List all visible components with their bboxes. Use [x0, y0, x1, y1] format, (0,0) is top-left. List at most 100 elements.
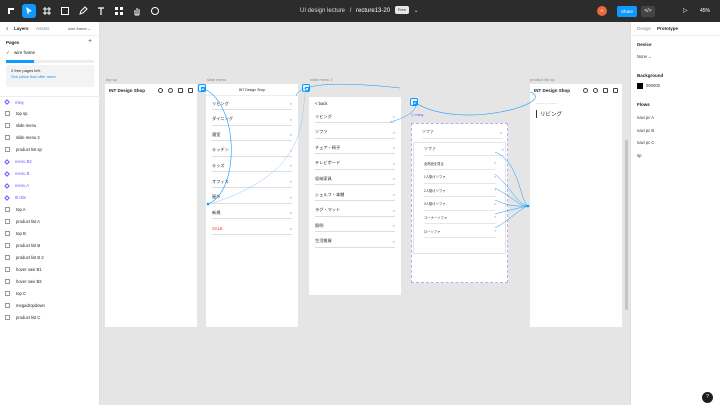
page-scroll-indicator[interactable] [6, 60, 94, 63]
upgrade-link[interactable]: See plans that offer more [11, 74, 89, 80]
submenu-item[interactable]: 収納家具 > [315, 173, 395, 186]
dropdown-item[interactable]: 2人掛けソファ > [424, 184, 496, 198]
submenu-item[interactable]: チェア・椅子 > [315, 142, 395, 155]
main-menu-icon[interactable] [4, 4, 18, 18]
color-swatch[interactable] [637, 83, 643, 89]
dropdown-item[interactable]: 全商品を見る > [424, 157, 496, 170]
mlay-dropdown[interactable]: ソファ > ソファ > 全商品を見る >1人掛けソファ >2人掛けソファ >3人掛けソ… [411, 123, 508, 283]
layer-item[interactable]: slide menu 2 [5, 133, 40, 143]
tab-design[interactable]: Design [637, 26, 651, 31]
device-select[interactable]: None ⌄ [637, 54, 652, 59]
comment-tool-icon[interactable] [148, 4, 162, 18]
submenu-item[interactable]: 生活雑貨 > [315, 236, 395, 248]
submenu-item[interactable]: ラグ・マット > [315, 205, 395, 217]
layer-item[interactable]: product list sp [5, 145, 42, 155]
frame-label-product-list-sp[interactable]: product list sp [530, 77, 555, 82]
submenu-item[interactable]: テレビボード > [315, 158, 395, 170]
layer-item[interactable]: menu B2 [4, 157, 32, 167]
user-icon[interactable] [168, 87, 173, 93]
layer-item[interactable]: megadropdown [5, 300, 45, 310]
frame-label-slide-menu-2[interactable]: slide menu 2 [310, 77, 333, 82]
layer-item[interactable]: hover navi B1 [5, 264, 42, 274]
cart-icon[interactable] [603, 87, 608, 93]
page-item-wire-frame[interactable]: ✓ wire frame [6, 50, 35, 56]
move-tool-icon[interactable] [22, 4, 36, 18]
frame-product-list-sp[interactable]: INT Design Shop ーーー・ーーー リビング [530, 84, 622, 327]
submenu-item[interactable]: リビング > [315, 111, 395, 123]
dropdown-top-item[interactable]: ソファ > [422, 126, 502, 139]
layer-item[interactable]: mlay [4, 97, 24, 107]
flow-item[interactable]: navi pc C [637, 140, 654, 145]
menu-item[interactable]: 寝室 > [212, 129, 292, 142]
layer-item[interactable]: hover navi B2 [5, 276, 42, 286]
submenu-item[interactable]: 照明 > [315, 220, 395, 233]
layer-item[interactable]: menu B [4, 169, 29, 179]
flow-tag-mlay[interactable]: ◇ mlay [411, 112, 424, 117]
frame-label-top-sp[interactable]: top sp [106, 77, 117, 82]
chevron-down-icon[interactable]: ⌄ [414, 8, 419, 14]
flow-item[interactable]: navi pc A [637, 115, 654, 120]
menu-item[interactable]: キッズ > [212, 160, 292, 173]
layer-item[interactable]: menu A [4, 181, 29, 191]
menu-icon[interactable] [613, 87, 618, 93]
cart-icon[interactable] [178, 87, 183, 93]
layer-item[interactable]: top A [5, 205, 26, 215]
menu-icon[interactable] [188, 87, 193, 93]
search-icon[interactable] [583, 87, 588, 93]
frame-slide-menu[interactable]: INT Design Shop リビング > ダイニング > 寝室 > キッチン > キッズ > オ… [206, 84, 298, 327]
help-button[interactable]: ? [702, 392, 713, 403]
flow-item[interactable]: navi pc B [637, 128, 654, 133]
frame-slide-menu-2[interactable]: < back リビング > ソファ > チェア・椅子 > テレビボード > 収納家具 > シェルフ・… [309, 97, 401, 295]
menu-item[interactable]: ダイニング > [212, 114, 292, 126]
layer-item[interactable]: product list C [5, 312, 40, 322]
file-title[interactable]: UI design lecture / recture13-20 Free ⌄ [300, 0, 419, 22]
hand-tool-icon[interactable] [130, 4, 144, 18]
search-icon[interactable]: ⌕ [6, 26, 9, 31]
layer-item[interactable]: product list B 2 [5, 252, 44, 262]
menu-item[interactable]: キッチン > [212, 145, 292, 157]
flow-connector-icon[interactable] [302, 84, 310, 92]
menu-item[interactable]: 屋外 > [212, 192, 292, 204]
layer-item[interactable]: ttl title [4, 193, 26, 203]
tab-prototype[interactable]: Prototype [657, 26, 678, 31]
layer-item[interactable]: product list A [5, 217, 40, 227]
menu-item[interactable]: リビング > [212, 98, 292, 110]
flow-start-icon[interactable] [198, 84, 206, 92]
dropdown-item[interactable]: ローソファ > [424, 225, 496, 238]
menu-item[interactable]: SALE > [212, 223, 292, 235]
present-button[interactable]: ▷ [683, 0, 688, 22]
dev-mode-button[interactable]: </> [641, 6, 655, 17]
text-tool-icon[interactable] [94, 4, 108, 18]
layer-item[interactable]: top C [5, 288, 26, 298]
resources-tool-icon[interactable] [112, 4, 126, 18]
design-canvas[interactable]: top sp INT Design Shop slide menu INT De… [100, 22, 630, 405]
layer-item[interactable]: top sp [5, 109, 27, 119]
shape-tool-icon[interactable] [58, 4, 72, 18]
add-page-button[interactable]: + [88, 38, 92, 45]
dropdown-item[interactable]: 1人掛けソファ > [424, 171, 496, 184]
frame-tool-icon[interactable] [40, 4, 54, 18]
layer-item[interactable]: product list B [5, 240, 40, 250]
canvas-scrollbar[interactable] [625, 140, 628, 310]
share-button[interactable]: Share [617, 6, 637, 17]
submenu-item[interactable]: ソファ > [315, 127, 395, 139]
tab-assets[interactable]: Assets [36, 26, 50, 31]
frame-label-slide-menu[interactable]: slide menu [207, 77, 226, 82]
menu-item[interactable]: オフィス > [212, 176, 292, 188]
dropdown-head[interactable]: ソファ > [424, 143, 504, 156]
user-icon[interactable] [593, 87, 598, 93]
dropdown-item[interactable]: コーナーソファ > [424, 211, 496, 225]
pen-tool-icon[interactable] [76, 4, 90, 18]
zoom-level[interactable]: 45% [700, 0, 710, 22]
flow-item[interactable]: sp [637, 153, 641, 158]
dropdown-item[interactable]: 3人掛けソファ > [424, 198, 496, 211]
frame-top-sp[interactable]: INT Design Shop [105, 84, 197, 327]
avatar[interactable]: H [597, 6, 607, 16]
page-select[interactable]: wire frame ⌄ [68, 26, 91, 31]
back-link[interactable]: < back [315, 99, 327, 109]
layer-item[interactable]: slide menu [5, 121, 36, 131]
flow-connector-icon[interactable] [410, 98, 418, 106]
search-icon[interactable] [158, 87, 163, 93]
submenu-item[interactable]: シェルフ・本棚 > [315, 189, 395, 201]
background-color-field[interactable]: 000000 [637, 83, 660, 89]
